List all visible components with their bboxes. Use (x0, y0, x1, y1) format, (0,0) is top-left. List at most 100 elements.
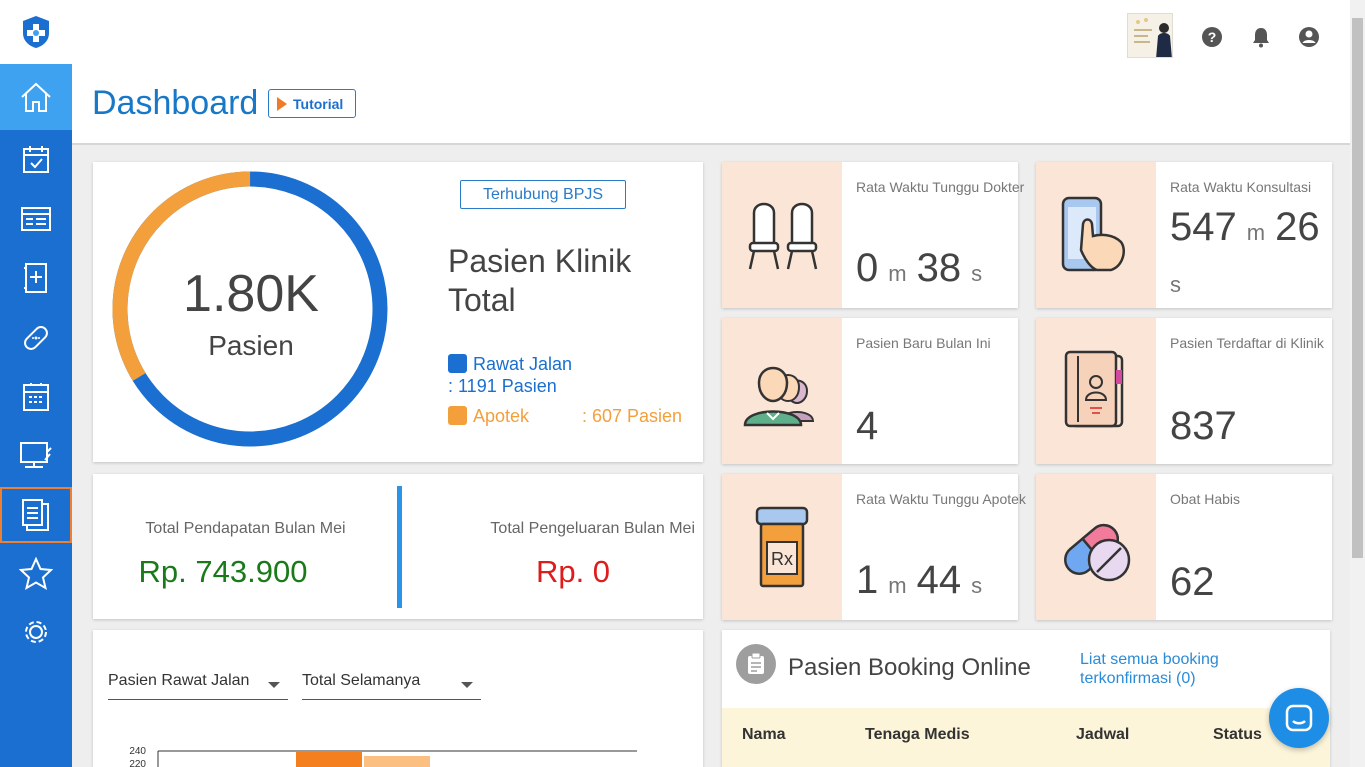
chairs-icon (722, 162, 842, 308)
tutorial-button[interactable]: Tutorial (268, 89, 356, 118)
clipboard-icon (22, 499, 49, 531)
expense-label: Total Pengeluaran Bulan Mei (490, 520, 695, 537)
stat-consult: Rata Waktu Konsultasi 547 m 26 s (1036, 162, 1332, 308)
nav-reports[interactable] (0, 487, 72, 543)
column-header[interactable]: Jadwal (1076, 726, 1129, 744)
prescription-bottle-icon: Rx (722, 474, 842, 620)
seconds-unit: s (1170, 272, 1181, 297)
clipboard-icon (736, 644, 776, 684)
stat-label: Rata Waktu Tunggu Apotek (856, 491, 1026, 507)
stat-value: 62 (1170, 560, 1215, 604)
svg-text:?: ? (1208, 29, 1217, 45)
patients-total-value: 1.80K (183, 265, 319, 323)
seconds: 44 (916, 558, 962, 602)
y-tick-label: 220 (129, 759, 146, 767)
nav-cashier[interactable] (0, 369, 72, 425)
stat-label: Obat Habis (1170, 491, 1241, 507)
finance-card: Total Pendapatan Bulan Mei Rp. 743.900 T… (93, 474, 703, 619)
patients-total-card: 1.80K Pasien Terhubung BPJS Pasien Klini… (93, 162, 703, 462)
legend-swatch (448, 406, 467, 425)
stat-label: Pasien Baru Bulan Ini (856, 335, 991, 351)
nav-medical-record[interactable] (0, 250, 72, 306)
stat-new-patients: Pasien Baru Bulan Ini 4 (722, 318, 1018, 464)
minutes-unit: m (1246, 220, 1266, 245)
legend-value: : 607 Pasien (582, 406, 683, 426)
nav-appointments[interactable] (0, 131, 72, 187)
stat-label: Rata Waktu Konsultasi (1170, 179, 1312, 195)
clinic-logo[interactable] (22, 15, 50, 49)
stat-value: 1 m 44 s (856, 558, 992, 603)
income-value: Rp. 743.900 (138, 554, 308, 589)
legend-label: Rawat Jalan (473, 354, 573, 374)
stat-value: 837 (1170, 404, 1237, 448)
scrollbar-thumb[interactable] (1352, 18, 1363, 558)
column-header[interactable]: Nama (742, 726, 786, 744)
bell-icon[interactable] (1250, 26, 1272, 48)
chart-type-select[interactable]: Pasien Rawat Jalan (108, 672, 288, 700)
chat-widget-button[interactable] (1269, 688, 1329, 748)
account-icon[interactable] (1298, 26, 1320, 48)
stat-label: Rata Waktu Tunggu Dokter (856, 179, 1025, 195)
column-header[interactable]: Status (1213, 726, 1262, 744)
nav-home[interactable] (0, 64, 72, 130)
patients-group-icon (722, 318, 842, 464)
stat-out-of-stock: Obat Habis 62 (1036, 474, 1332, 620)
stat-label: Pasien Terdaftar di Klinik (1170, 335, 1324, 351)
chart-range-select[interactable]: Total Selamanya (302, 672, 481, 700)
patients-title-line1: Pasien Klinik (448, 243, 632, 279)
seconds: 38 (916, 246, 962, 290)
nav-treatment[interactable] (0, 310, 72, 366)
patients-bar-chart: 240 220 (129, 746, 637, 767)
seconds-unit: s (971, 261, 983, 286)
patients-total-unit: Pasien (208, 330, 294, 361)
legend-apotek: Apotek : 607 Pasien (448, 406, 688, 427)
chart-bar (364, 756, 430, 767)
page-header: Dashboard Tutorial (72, 64, 1350, 145)
patients-card-title: Pasien Klinik Total (448, 242, 631, 320)
patient-book-icon (1036, 318, 1156, 464)
seconds-unit: s (971, 573, 983, 598)
seconds: 26 (1275, 205, 1320, 249)
minutes-unit: m (888, 261, 907, 286)
top-bar: ? (0, 0, 1350, 64)
legend-swatch (448, 354, 467, 373)
nav-settings[interactable] (0, 604, 72, 660)
pills-icon (1036, 474, 1156, 620)
home-icon (21, 82, 51, 112)
medical-book-icon (24, 263, 47, 293)
legend-label: Apotek (473, 406, 530, 426)
id-card-icon (21, 207, 51, 231)
monitor-icon (20, 442, 52, 468)
minutes: 1 (856, 558, 879, 602)
chart-type-value: Pasien Rawat Jalan (108, 672, 250, 689)
booking-card: Pasien Booking Online Liat semua booking… (722, 630, 1330, 767)
stat-wait-pharmacy: Rx Rata Waktu Tunggu Apotek 1 m 44 s (722, 474, 1026, 620)
nav-patients[interactable] (0, 191, 72, 247)
minutes: 0 (856, 246, 879, 290)
settings-icon (25, 621, 47, 643)
star-icon (19, 557, 53, 591)
legend-rawat-jalan: Rawat Jalan : 1191 Pasien (448, 353, 572, 397)
chat-icon (1285, 704, 1313, 732)
nav-telemedicine[interactable] (0, 427, 72, 483)
help-icon[interactable]: ? (1201, 26, 1223, 48)
sidebar (0, 64, 72, 767)
svg-text:Rx: Rx (771, 549, 793, 569)
booking-title: Pasien Booking Online (788, 654, 1031, 681)
nav-favorites[interactable] (0, 546, 72, 602)
expense-value: Rp. 0 (535, 554, 611, 589)
stat-wait-doctor: Rata Waktu Tunggu Dokter 0 m 38 s (722, 162, 1024, 308)
register-icon (23, 383, 49, 411)
chart-range-value: Total Selamanya (302, 672, 421, 689)
bandage-icon (24, 326, 48, 350)
tutorial-label: Tutorial (293, 95, 344, 112)
patients-title-line2: Total (448, 282, 516, 318)
user-photo[interactable] (1127, 13, 1173, 58)
minutes-unit: m (888, 573, 907, 598)
booking-link[interactable]: Liat semua booking terkonfirmasi (0) (1080, 650, 1250, 688)
column-header[interactable]: Tenaga Medis (865, 726, 970, 744)
bpjs-status-button[interactable]: Terhubung BPJS (460, 180, 626, 209)
chart-bar (296, 752, 362, 767)
page-title: Dashboard (92, 84, 259, 122)
finance-divider (397, 486, 402, 608)
